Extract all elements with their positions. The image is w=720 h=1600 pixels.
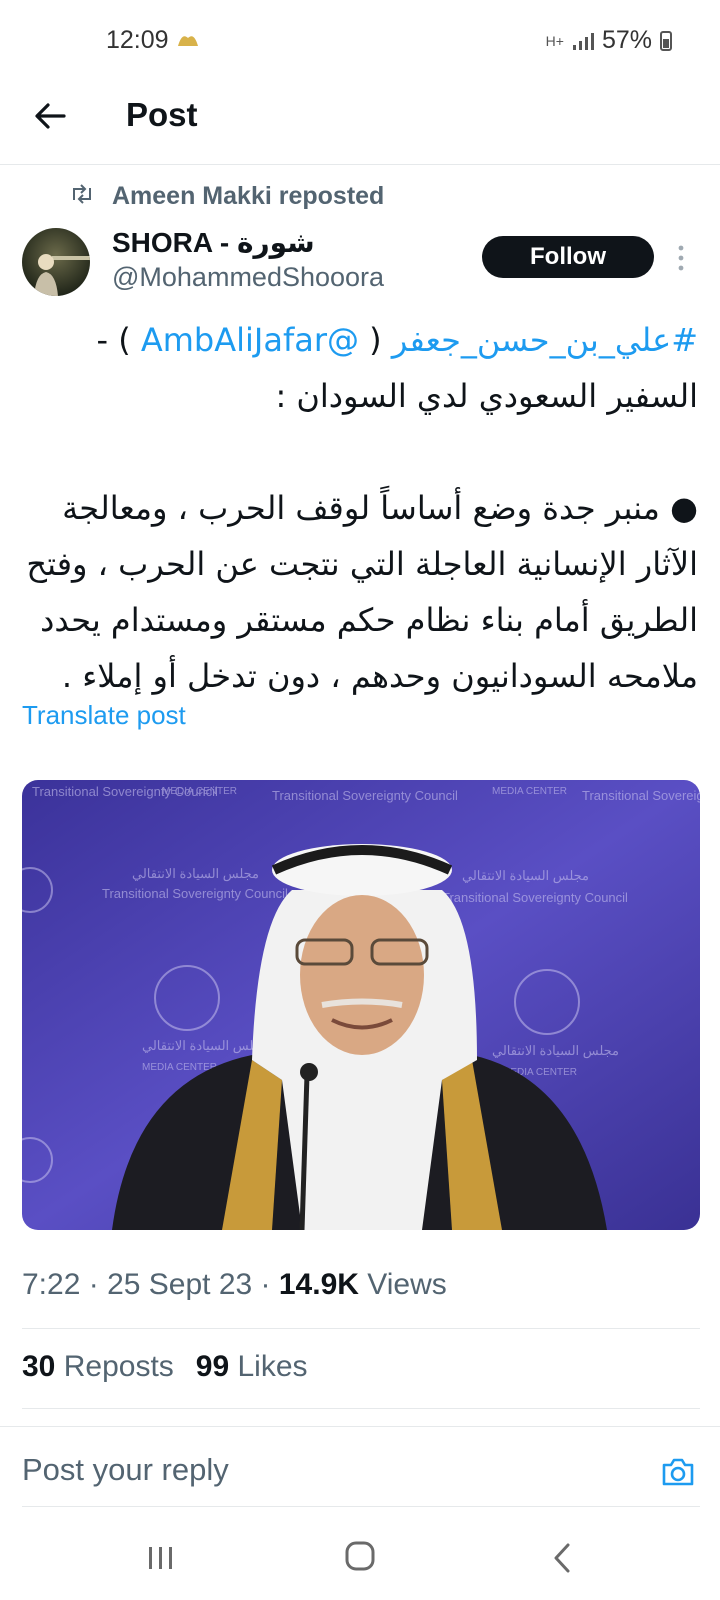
tweet-text: #علي_بن_حسن_جعفر ( @AmbAliJafar ) - السف… xyxy=(22,312,698,704)
repost-icon xyxy=(73,184,91,204)
backdrop-text: مجلس السيادة الانتقالي xyxy=(132,866,259,882)
tweet-paragraph: ● منبر جدة وضع أساساً لوقف الحرب ، ومعال… xyxy=(26,489,698,695)
close-paren: ) - xyxy=(96,321,141,359)
more-options-icon[interactable] xyxy=(676,244,686,272)
backdrop-text: Transitional Sovereignty Council xyxy=(582,788,700,803)
backdrop-text: مجلس السيادة الانتقالي xyxy=(492,1043,619,1059)
views-count[interactable]: 14.9K xyxy=(279,1268,359,1301)
header-divider xyxy=(0,164,720,165)
likes-stat[interactable]: 99 Likes xyxy=(196,1350,308,1384)
page-title: Post xyxy=(126,96,198,133)
post-stats: 30 Reposts 99 Likes xyxy=(22,1350,308,1384)
reposts-label: Reposts xyxy=(63,1350,174,1383)
post-image[interactable]: Transitional Sovereignty Council Transit… xyxy=(22,780,700,1230)
camera-icon[interactable] xyxy=(660,1456,696,1488)
status-time: 12:09 xyxy=(106,26,169,54)
backdrop-text: مجلس السيادة الانتقالي xyxy=(462,868,589,884)
reposts-stat[interactable]: 30 Reposts xyxy=(22,1350,174,1384)
backdrop-text: MEDIA CENTER xyxy=(162,786,237,797)
post-time: 7:22 xyxy=(22,1268,81,1301)
likes-label: Likes xyxy=(237,1350,308,1383)
post-meta: 7:22 · 25 Sept 23 · 14.9K Views xyxy=(22,1268,447,1302)
tweet-spacer xyxy=(22,424,698,480)
back-arrow-icon[interactable] xyxy=(30,96,70,136)
repost-label[interactable]: Ameen Makki reposted xyxy=(112,182,384,211)
avatar[interactable] xyxy=(22,228,90,296)
backdrop-text: MEDIA CENTER xyxy=(492,786,567,797)
meta-separator: · xyxy=(252,1268,279,1301)
backdrop-text: مجلس السيادة الانتقالي xyxy=(142,1038,269,1054)
likes-count: 99 xyxy=(195,1350,230,1383)
home-icon[interactable] xyxy=(344,1540,376,1572)
open-paren: ( xyxy=(358,321,392,359)
system-back-icon[interactable] xyxy=(552,1542,572,1574)
tweet-line-1: #علي_بن_حسن_جعفر ( @AmbAliJafar ) - xyxy=(22,312,698,368)
notification-icon xyxy=(178,36,198,46)
views-label[interactable]: Views xyxy=(367,1268,446,1301)
divider xyxy=(22,1408,700,1409)
author-name[interactable]: SHORA - شورة xyxy=(112,226,315,259)
divider xyxy=(22,1506,700,1507)
author-handle[interactable]: @MohammedShooora xyxy=(112,262,384,293)
reply-input[interactable] xyxy=(22,1452,582,1488)
post-date: 25 Sept 23 xyxy=(107,1268,253,1301)
battery-percent: 57% xyxy=(601,26,652,54)
backdrop-text: Transitional Sovereignty Council xyxy=(102,886,288,901)
recent-apps-icon[interactable] xyxy=(146,1543,176,1573)
mention-link[interactable]: @AmbAliJafar xyxy=(141,321,359,359)
status-indicators: H+ 57% xyxy=(546,26,672,55)
divider xyxy=(0,1426,720,1427)
signal-icon xyxy=(572,32,594,50)
meta-separator: · xyxy=(80,1268,108,1301)
battery-icon xyxy=(660,30,672,51)
backdrop-text: Transitional Sovereignty Council xyxy=(442,890,628,905)
network-type: H+ xyxy=(545,32,564,49)
tweet-line-2: السفير السعودي لدي السودان : xyxy=(275,377,698,415)
backdrop-text: Transitional Sovereignty Council xyxy=(272,788,458,803)
divider xyxy=(22,1328,700,1329)
hashtag-link[interactable]: #علي_بن_حسن_جعفر xyxy=(392,321,698,359)
translate-post-link[interactable]: Translate post xyxy=(22,700,186,731)
follow-button[interactable]: Follow xyxy=(482,236,654,278)
reposts-count: 30 xyxy=(22,1350,56,1383)
